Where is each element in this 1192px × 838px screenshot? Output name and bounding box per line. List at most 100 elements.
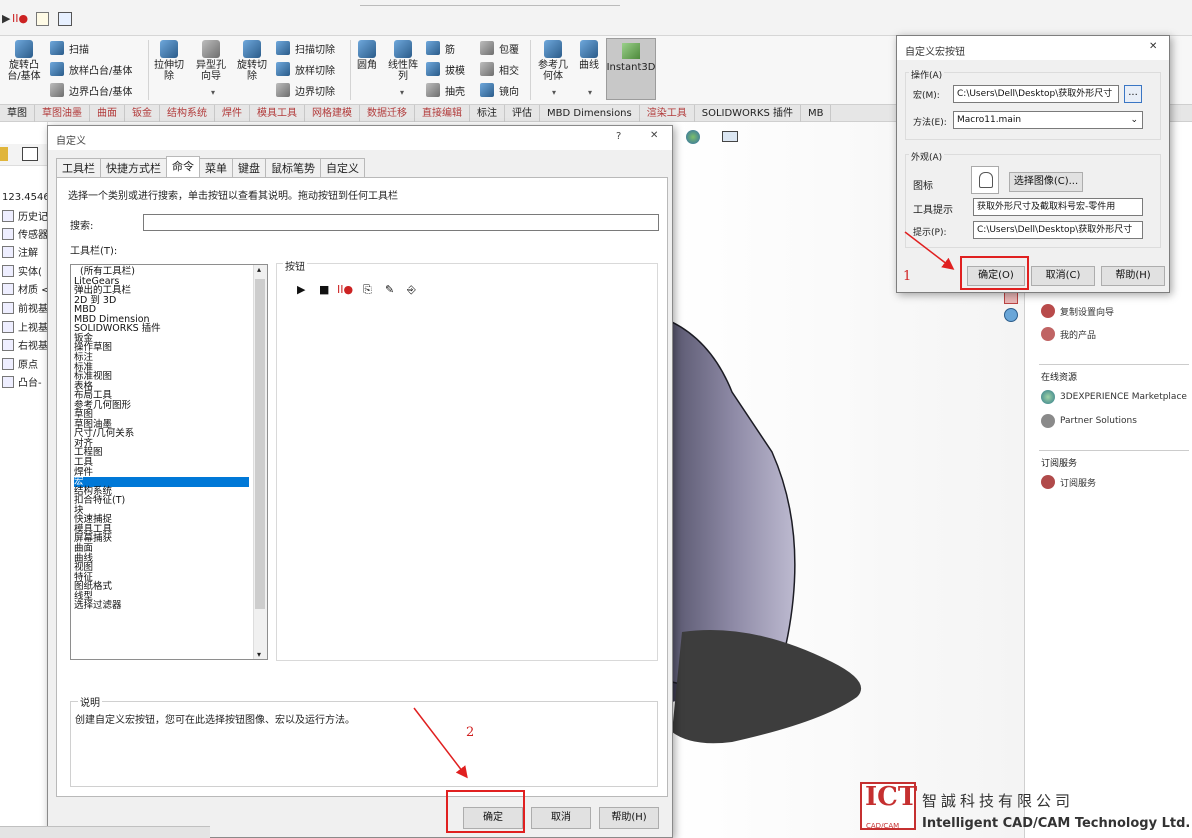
tab-toolbars[interactable]: 工具栏 xyxy=(56,158,101,177)
partner-solutions-link[interactable]: Partner Solutions xyxy=(1041,414,1137,428)
sweep-button[interactable]: 扫描 xyxy=(50,38,89,58)
copy-settings-wizard-link[interactable]: 复制设置向导 xyxy=(1041,304,1114,318)
display-icon[interactable] xyxy=(722,131,738,142)
revolve-boss-button[interactable]: 旋转凸 台/基体 xyxy=(4,40,44,82)
edit-macro-button[interactable]: ✎ xyxy=(385,283,394,296)
help-icon[interactable]: ? xyxy=(616,131,621,142)
chevron-up-icon[interactable]: ▴ xyxy=(257,265,261,274)
toolbar-category-item[interactable]: 视图 xyxy=(74,563,249,573)
refresh-icon[interactable] xyxy=(1004,308,1018,322)
tree-item-boss[interactable]: 凸台- xyxy=(2,374,42,389)
tab-shortcut-bars[interactable]: 快捷方式栏 xyxy=(100,158,167,177)
rib-button[interactable]: 筋 xyxy=(426,38,455,58)
fillet-button[interactable]: 圆角 xyxy=(352,40,382,71)
toolbar-category-item[interactable]: 工具 xyxy=(74,458,249,468)
instant3d-button[interactable]: Instant3D xyxy=(606,38,656,100)
intersect-button[interactable]: 相交 xyxy=(480,59,519,79)
tab-structure-system[interactable]: 结构系统 xyxy=(160,105,215,122)
scrollbar[interactable]: ▴ ▾ xyxy=(253,265,267,659)
tab-data-migration[interactable]: 数据迁移 xyxy=(360,105,415,122)
tab-sketch[interactable]: 草图 xyxy=(0,105,35,122)
choose-image-button[interactable]: 选择图像(C)... xyxy=(1009,172,1083,192)
tab-customization[interactable]: 自定义 xyxy=(320,158,365,177)
my-products-link[interactable]: 我的产品 xyxy=(1041,327,1096,341)
toolbar-category-item[interactable]: SOLIDWORKS 插件 xyxy=(74,324,249,334)
toolbar-category-item[interactable]: 曲线 xyxy=(74,553,249,564)
toolbar-category-item[interactable]: 操作草图 xyxy=(74,343,249,353)
toolbar-category-item[interactable]: 尺寸/几何关系 xyxy=(74,429,249,439)
edit-macro-icon[interactable] xyxy=(58,12,72,26)
toolbar-category-item[interactable]: 曲面 xyxy=(74,544,249,554)
mirror-button[interactable]: 镜向 xyxy=(480,80,519,100)
toolbar-category-item[interactable]: 扣合特征(T) xyxy=(74,496,249,506)
tree-item-front-plane[interactable]: 前视基 xyxy=(2,300,48,315)
toolbar-category-item[interactable]: 图纸格式 xyxy=(74,582,249,592)
tree-item-history[interactable]: 历史记 xyxy=(2,208,48,223)
close-icon[interactable]: ✕ xyxy=(650,130,658,141)
property-manager-icon[interactable] xyxy=(22,147,38,161)
new-macro-button[interactable]: ⎘ xyxy=(363,283,372,297)
wrap-button[interactable]: 包覆 xyxy=(480,38,519,58)
tree-item-origin[interactable]: 原点 xyxy=(2,356,38,371)
toolbar-category-item[interactable]: 屏幕捕获 xyxy=(74,534,249,544)
tab-mesh-modeling[interactable]: 网格建模 xyxy=(305,105,360,122)
revolve-cut-button[interactable]: 旋转切 除 xyxy=(233,40,271,82)
toolbar-category-item[interactable]: 2D 到 3D xyxy=(74,296,249,306)
tab-keyboard[interactable]: 键盘 xyxy=(232,158,266,177)
tree-item-solid-bodies[interactable]: 实体( xyxy=(2,263,42,278)
appearance-icon[interactable] xyxy=(686,130,700,144)
chevron-down-icon[interactable]: ▾ xyxy=(588,88,592,97)
tab-evaluate[interactable]: 评估 xyxy=(505,105,540,122)
tree-item-material[interactable]: 材质 < xyxy=(2,281,50,296)
tab-menus[interactable]: 菜单 xyxy=(199,158,233,177)
toolbar-category-item[interactable]: 参考几何图形 xyxy=(74,401,249,411)
reference-geometry-button[interactable]: 参考几 何体 xyxy=(534,40,572,82)
hole-wizard-button[interactable]: 异型孔 向导 xyxy=(192,40,230,82)
tab-solidworks-addins[interactable]: SOLIDWORKS 插件 xyxy=(695,105,801,122)
tab-sketch-ink[interactable]: 草图油墨 xyxy=(35,105,90,122)
chevron-down-icon[interactable]: ▾ xyxy=(400,88,404,97)
browse-button[interactable]: ... xyxy=(1124,85,1142,103)
loft-button[interactable]: 放样凸台/基体 xyxy=(50,59,132,79)
tooltip-field[interactable]: 获取外形尺寸及截取料号宏-零件用 xyxy=(973,198,1143,216)
new-macro-button-custom[interactable]: ⎆ xyxy=(407,283,416,297)
help-button[interactable]: 帮助(H) xyxy=(599,807,659,829)
method-select[interactable]: Macro11.main ⌄ xyxy=(953,111,1143,129)
tab-direct-editing[interactable]: 直接编辑 xyxy=(415,105,470,122)
macro-cancel-button[interactable]: 取消(C) xyxy=(1031,266,1095,286)
shell-button[interactable]: 抽壳 xyxy=(426,80,465,100)
tree-item-top-plane[interactable]: 上视基 xyxy=(2,319,48,334)
pause-record-macro-button[interactable]: II● xyxy=(337,283,353,296)
part-name[interactable]: 123.4546. xyxy=(2,192,53,203)
loft-cut-button[interactable]: 放样切除 xyxy=(276,59,335,79)
quick-access-pause-record[interactable]: II● xyxy=(12,12,28,25)
icon-preview-button[interactable] xyxy=(971,166,999,194)
subscription-link[interactable]: 订阅服务 xyxy=(1041,475,1096,489)
scrollbar-thumb[interactable] xyxy=(255,279,265,609)
toolbar-category-item[interactable]: 焊件 xyxy=(74,468,249,478)
macro-icon[interactable] xyxy=(36,12,49,26)
search-input[interactable] xyxy=(143,214,659,231)
boundary-boss-button[interactable]: 边界凸台/基体 xyxy=(50,80,132,100)
prompt-field[interactable]: C:\Users\Dell\Desktop\获取外形尺寸 xyxy=(973,221,1143,239)
tab-sheet-metal[interactable]: 钣金 xyxy=(125,105,160,122)
run-macro-button[interactable]: ▶ xyxy=(297,283,305,296)
cancel-button[interactable]: 取消 xyxy=(531,807,591,829)
close-icon[interactable]: ✕ xyxy=(1149,41,1157,52)
tab-mold-tools[interactable]: 模具工具 xyxy=(250,105,305,122)
tab-mouse-gestures[interactable]: 鼠标笔势 xyxy=(265,158,321,177)
stop-macro-button[interactable]: ■ xyxy=(319,283,329,296)
tab-mbd-dimensions[interactable]: MBD Dimensions xyxy=(540,105,640,122)
quick-access-play[interactable]: ▶ xyxy=(2,12,10,25)
linear-pattern-button[interactable]: 线性阵 列 xyxy=(384,40,422,82)
toolbar-category-item[interactable]: 选择过滤器 xyxy=(74,601,249,611)
toolbar-category-list[interactable]: (所有工具栏) LiteGears 弹出的工具栏 2D 到 3D MBD MBD Dime… xyxy=(70,264,268,660)
chevron-down-icon[interactable]: ▾ xyxy=(552,88,556,97)
tree-item-annotations[interactable]: 注解 xyxy=(2,244,38,259)
feature-tree-icon[interactable] xyxy=(0,147,8,161)
tree-item-sensors[interactable]: 传感器 xyxy=(2,226,48,241)
curves-button[interactable]: 曲线 xyxy=(574,40,604,71)
tab-mbd[interactable]: MB xyxy=(801,105,832,122)
macro-path-field[interactable]: C:\Users\Dell\Desktop\获取外形尺寸 xyxy=(953,85,1119,103)
tab-render-tools[interactable]: 渲染工具 xyxy=(640,105,695,122)
